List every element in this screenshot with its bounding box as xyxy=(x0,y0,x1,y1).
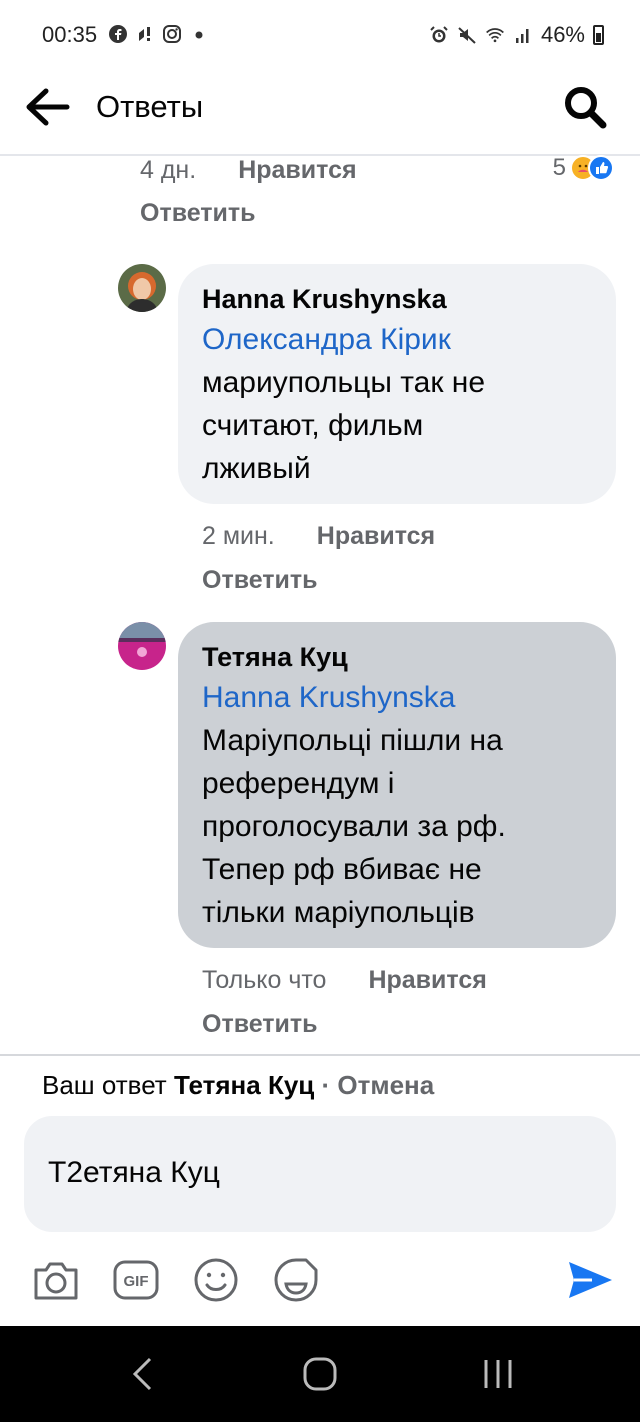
like-button[interactable]: Нравится xyxy=(317,522,435,551)
page-title: Ответы xyxy=(96,89,204,124)
notification-icon xyxy=(139,27,150,41)
mention-link[interactable]: Олександра Кірик xyxy=(202,318,592,361)
nav-back-button[interactable] xyxy=(112,1350,172,1398)
sticker-button[interactable] xyxy=(270,1254,322,1306)
app-header: Ответы xyxy=(0,72,640,154)
home-icon xyxy=(303,1357,337,1391)
signal-icon xyxy=(515,29,529,43)
avatar[interactable] xyxy=(118,264,166,312)
comment-actions: 2 мин. Нравится xyxy=(202,522,435,551)
comment-text: мариупольцы так не считают, фильм лживый xyxy=(202,366,486,485)
battery-level: 46% xyxy=(540,22,585,47)
nav-home-button[interactable] xyxy=(290,1350,350,1398)
camera-icon xyxy=(34,1262,78,1300)
status-bar: 00:35 46% xyxy=(0,0,640,72)
composer-divider xyxy=(0,1054,640,1056)
system-nav-bar xyxy=(0,1326,640,1422)
separator: · xyxy=(314,1070,338,1100)
gif-icon: GIF xyxy=(113,1260,159,1300)
mention-link[interactable]: Hanna Krushynska xyxy=(202,676,592,719)
wifi-icon xyxy=(486,28,504,43)
mute-icon xyxy=(458,27,476,44)
comment-bubble[interactable]: Hanna Krushynska Олександра Кірик мариуп… xyxy=(178,264,616,504)
facebook-icon xyxy=(109,25,127,43)
instagram-icon xyxy=(163,25,181,43)
reaction-count: 5 xyxy=(552,154,566,181)
send-button[interactable] xyxy=(564,1254,616,1306)
comment-timestamp[interactable]: Только что xyxy=(202,966,326,995)
gif-button[interactable]: GIF xyxy=(110,1254,162,1306)
comment-timestamp[interactable]: 2 мин. xyxy=(202,522,275,551)
reply-prefix: Ваш ответ xyxy=(42,1070,167,1100)
cancel-reply-button[interactable]: Отмена xyxy=(337,1070,434,1100)
emoji-button[interactable] xyxy=(190,1254,242,1306)
dot-icon xyxy=(195,31,203,39)
search-button[interactable] xyxy=(560,82,610,132)
comment-timestamp[interactable]: 4 дн. xyxy=(140,156,196,185)
recents-icon xyxy=(484,1360,512,1388)
camera-button[interactable] xyxy=(30,1254,82,1306)
emoji-icon xyxy=(194,1258,238,1302)
svg-text:GIF: GIF xyxy=(124,1273,149,1290)
reply-button[interactable]: Ответить xyxy=(202,566,318,595)
status-time: 00:35 xyxy=(42,22,98,47)
like-button[interactable]: Нравится xyxy=(368,966,486,995)
send-icon xyxy=(569,1262,612,1298)
like-button[interactable]: Нравится xyxy=(238,156,356,185)
replying-to-banner: Ваш ответ Тетяна Куц · Отмена xyxy=(42,1070,434,1101)
alarm-icon xyxy=(430,26,448,43)
reply-button[interactable]: Ответить xyxy=(140,199,256,228)
reaction-summary[interactable]: 5 xyxy=(553,154,614,182)
comment-bubble[interactable]: Тетяна Куц Hanna Krushynska Маріупольці … xyxy=(178,622,616,948)
sticker-icon xyxy=(274,1258,318,1302)
nav-recents-button[interactable] xyxy=(468,1350,528,1398)
like-reaction-icon xyxy=(588,155,614,181)
back-button[interactable] xyxy=(22,82,72,132)
comment-author[interactable]: Hanna Krushynska xyxy=(202,280,592,318)
composer-toolbar: GIF xyxy=(0,1250,640,1310)
arrow-left-icon xyxy=(26,88,70,126)
comment-actions: 4 дн. Нравится xyxy=(140,156,357,185)
comment-author[interactable]: Тетяна Куц xyxy=(202,638,592,676)
battery-icon xyxy=(593,25,604,45)
avatar[interactable] xyxy=(118,622,166,670)
comment-text: Маріупольці пішли на референдум і прогол… xyxy=(202,724,506,929)
reply-button[interactable]: Ответить xyxy=(202,1010,318,1039)
search-icon xyxy=(565,87,607,129)
reply-to-name: Тетяна Куц xyxy=(173,1070,315,1100)
chevron-left-icon xyxy=(132,1357,152,1391)
reply-input[interactable]: Т2етяна Куц xyxy=(24,1116,616,1232)
comment-actions: Только что Нравится xyxy=(202,966,487,995)
